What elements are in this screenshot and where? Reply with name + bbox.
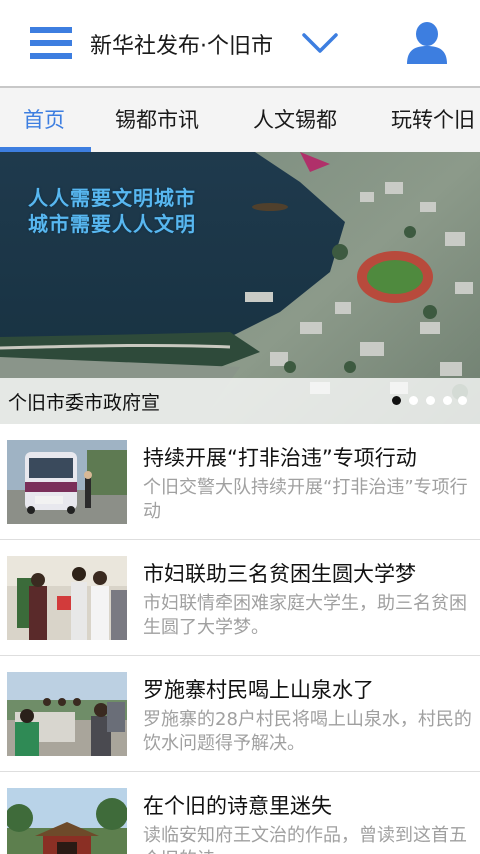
chevron-down-icon[interactable] — [302, 32, 338, 54]
temple-scenery-photo — [7, 788, 127, 854]
tab-city-news[interactable]: 锡都市讯 — [115, 88, 199, 152]
news-title: 罗施寨村民喝上山泉水了 — [143, 678, 374, 702]
villagers-water-photo — [7, 672, 127, 756]
banner-carousel[interactable]: 人人需要文明城市 城市需要人人文明 个旧市委市政府宣 — [0, 152, 480, 424]
site-title: 新华社发布·个旧市 — [90, 34, 273, 59]
news-item[interactable]: 在个旧的诗意里迷失 读临安知府王文治的作品，曾读到这首五个旧的诗 — [0, 772, 480, 854]
news-summary: 罗施寨的28户村民将喝上山泉水，村民的饮水问题得予解决。 — [143, 709, 472, 754]
news-title: 在个旧的诗意里迷失 — [143, 794, 332, 818]
carousel-dot-1[interactable] — [392, 396, 401, 405]
banner-caption: 个旧市委市政府宣 — [8, 392, 161, 414]
carousel-dot-5[interactable] — [458, 396, 467, 405]
bus-inspection-photo — [7, 440, 127, 524]
news-summary: 读临安知府王文治的作品，曾读到这首五个旧的诗 — [143, 825, 467, 854]
news-summary: 市妇联情牵困难家庭大学生，助三名贫困生圆了大学梦。 — [143, 593, 467, 638]
news-item[interactable]: 持续开展“打非治违”专项行动 个旧交警大队持续开展“打非治违”专项行动 — [0, 424, 480, 540]
tab-travel[interactable]: 玩转个旧 — [391, 88, 475, 152]
news-item[interactable]: 罗施寨村民喝上山泉水了 罗施寨的28户村民将喝上山泉水，村民的饮水问题得予解决。 — [0, 656, 480, 772]
hamburger-menu-icon[interactable] — [30, 27, 72, 59]
carousel-dot-3[interactable] — [426, 396, 435, 405]
news-summary: 个旧交警大队持续开展“打非治违”专项行动 — [143, 477, 468, 522]
tab-culture[interactable]: 人文锡都 — [253, 88, 337, 152]
tab-home[interactable]: 首页 — [23, 88, 65, 152]
news-title: 持续开展“打非治违”专项行动 — [143, 446, 417, 470]
carousel-dot-2[interactable] — [409, 396, 418, 405]
banner-slogan-line2: 城市需要人人文明 — [28, 212, 196, 236]
women-federation-photo — [7, 556, 127, 640]
app-header: 新华社发布·个旧市 — [0, 0, 480, 88]
carousel-dot-4[interactable] — [443, 396, 452, 405]
banner-slogan-line1: 人人需要文明城市 — [28, 186, 196, 210]
user-profile-icon[interactable] — [407, 22, 447, 64]
news-item[interactable]: 市妇联助三名贫困生圆大学梦 市妇联情牵困难家庭大学生，助三名贫困生圆了大学梦。 — [0, 540, 480, 656]
category-tabs: 首页 锡都市讯 人文锡都 玩转个旧 — [0, 88, 480, 152]
news-title: 市妇联助三名贫困生圆大学梦 — [143, 562, 416, 586]
